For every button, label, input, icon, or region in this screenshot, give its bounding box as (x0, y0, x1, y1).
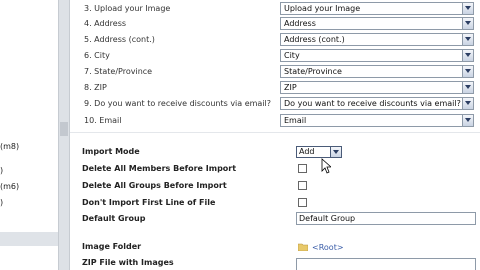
select-value: Address (284, 19, 316, 28)
delete-members-label: Delete All Members Before Import (82, 164, 237, 173)
select-value: Address (cont.) (284, 35, 345, 44)
import-mode-select[interactable]: Add (296, 146, 342, 158)
select-value: ZIP (284, 83, 297, 92)
chevron-down-icon[interactable] (462, 115, 473, 126)
chevron-down-icon[interactable] (330, 147, 341, 157)
field-label: 4. Address (84, 19, 127, 28)
select-value: Email (284, 116, 307, 125)
field-mapping-row: 3. Upload your Image Upload your Image (70, 1, 480, 17)
dont-import-first-line-label: Don't Import First Line of File (82, 198, 216, 207)
chevron-down-icon[interactable] (462, 66, 473, 77)
sidebar-text-fragment: (m6) (0, 182, 20, 191)
field-mapping-row: 6. City City (70, 48, 480, 64)
select-value: Add (299, 147, 315, 156)
chevron-down-icon[interactable] (462, 34, 473, 45)
sidebar-text-fragment: (m8) (0, 142, 20, 151)
field-mapping-select[interactable]: Upload your Image (280, 2, 474, 15)
sidebar-text-fragment: ) (0, 166, 4, 175)
select-value: State/Province (284, 67, 342, 76)
field-mapping-select[interactable]: State/Province (280, 65, 474, 78)
field-label: 6. City (84, 51, 110, 60)
mouse-pointer-icon (321, 158, 331, 174)
field-label: 10. Email (84, 116, 122, 125)
field-label: 5. Address (cont.) (84, 35, 155, 44)
field-mapping-select[interactable]: City (280, 49, 474, 62)
default-group-field[interactable]: Default Group (296, 212, 476, 225)
field-label: 9. Do you want to receive discounts via … (84, 99, 272, 108)
section-divider (70, 132, 480, 133)
folder-icon (298, 243, 308, 251)
field-mapping-row: 8. ZIP ZIP (70, 80, 480, 96)
sidebar-selected-item[interactable] (0, 232, 58, 246)
sidebar-text-fragment: ) (0, 198, 4, 207)
field-mapping-select[interactable]: Address (280, 17, 474, 30)
delete-groups-label: Delete All Groups Before Import (82, 181, 227, 190)
select-value: Do you want to receive discounts via ema… (284, 99, 461, 108)
select-value: Upload your Image (284, 4, 361, 13)
delete-members-checkbox[interactable] (298, 164, 307, 173)
field-label: 3. Upload your Image (84, 4, 171, 13)
left-sidebar: (m8) ) (m6) ) (0, 0, 58, 270)
field-mapping-row: 9. Do you want to receive discounts via … (70, 96, 480, 112)
field-mapping-select[interactable]: Address (cont.) (280, 33, 474, 46)
chevron-down-icon[interactable] (462, 18, 473, 29)
field-value: Default Group (299, 214, 356, 223)
delete-groups-checkbox[interactable] (298, 181, 307, 190)
image-folder-link[interactable]: <Root> (312, 243, 344, 252)
chevron-down-icon[interactable] (462, 82, 473, 93)
field-mapping-row: 5. Address (cont.) Address (cont.) (70, 32, 480, 48)
splitter-handle[interactable] (60, 122, 68, 136)
default-group-label: Default Group (82, 214, 146, 223)
field-mapping-select[interactable]: Email (280, 114, 474, 127)
select-value: City (284, 51, 300, 60)
import-mode-label: Import Mode (82, 147, 140, 156)
field-mapping-row: 10. Email Email (70, 113, 480, 129)
field-mapping-row: 7. State/Province State/Province (70, 64, 480, 80)
zip-file-label: ZIP File with Images (82, 258, 174, 267)
field-mapping-select[interactable]: ZIP (280, 81, 474, 94)
field-label: 8. ZIP (84, 83, 107, 92)
image-folder-label: Image Folder (82, 242, 142, 251)
zip-file-input[interactable] (296, 258, 476, 270)
dont-import-first-line-checkbox[interactable] (298, 198, 307, 207)
chevron-down-icon[interactable] (462, 98, 473, 109)
field-label: 7. State/Province (84, 67, 153, 76)
field-mapping-row: 4. Address Address (70, 16, 480, 32)
chevron-down-icon[interactable] (462, 3, 473, 14)
field-mapping-select[interactable]: Do you want to receive discounts via ema… (280, 97, 474, 110)
chevron-down-icon[interactable] (462, 50, 473, 61)
